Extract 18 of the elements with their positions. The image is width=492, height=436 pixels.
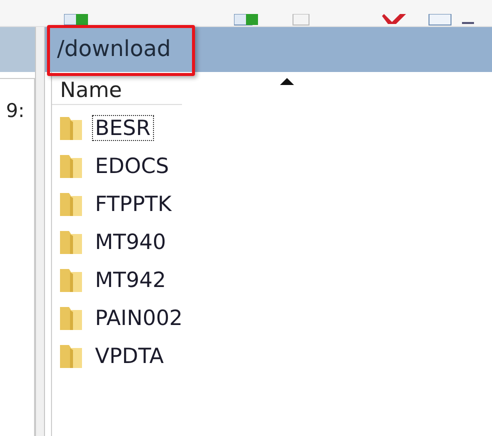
table-cell: 9: — [6, 100, 24, 122]
folder-name[interactable]: MT940 — [92, 229, 170, 255]
folder-name[interactable]: FTPPTK — [92, 191, 174, 217]
folder-icon — [58, 266, 84, 294]
folder-icon — [58, 228, 84, 256]
folder-icon — [58, 304, 84, 332]
folder-icon — [58, 190, 84, 218]
name-column-header[interactable]: Name — [52, 72, 182, 105]
folder-name[interactable]: PAIN002 — [92, 305, 186, 331]
folder-name[interactable]: VPDTA — [92, 343, 167, 369]
path-text: /download — [57, 37, 171, 62]
folder-name[interactable]: BESR — [92, 115, 154, 141]
folder-icon — [58, 342, 84, 370]
folder-icon — [58, 152, 84, 180]
folder-name[interactable]: EDOCS — [92, 153, 172, 179]
folder-name[interactable]: MT942 — [92, 267, 170, 293]
pane-header — [0, 27, 35, 72]
folder-icon — [58, 114, 84, 142]
